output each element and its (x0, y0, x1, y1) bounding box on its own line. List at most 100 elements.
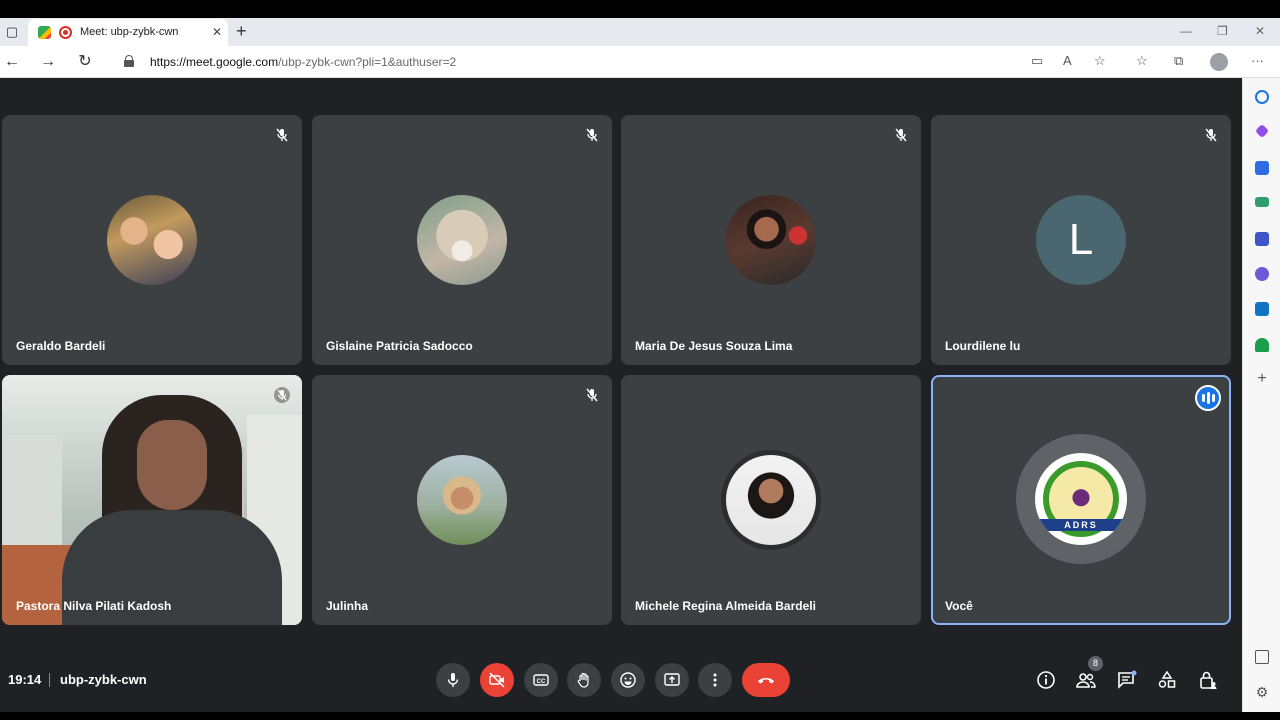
meet-stage: Geraldo Bardeli Gislaine Patricia Sadocc… (0, 78, 1242, 712)
participant-tile-lourdilene[interactable]: L Lourdilene lu (931, 115, 1231, 365)
present-button[interactable] (655, 663, 689, 697)
participant-name: Gislaine Patricia Sadocco (326, 339, 473, 353)
people-button[interactable] (1075, 669, 1097, 691)
url-path: /ubp-zybk-cwn?pli=1&authuser=2 (278, 55, 457, 69)
participant-tile-self[interactable]: ADRS Você (931, 375, 1231, 625)
participant-logo: ADRS (1035, 453, 1127, 545)
leave-call-button[interactable] (742, 663, 790, 697)
meeting-details-button[interactable] (1035, 669, 1057, 691)
end-call-icon (758, 678, 774, 684)
add-icon[interactable]: + (1255, 371, 1269, 387)
camera-button[interactable] (480, 663, 514, 697)
participant-video (2, 375, 302, 625)
participant-name: Geraldo Bardeli (16, 339, 106, 353)
tools-icon[interactable] (1255, 197, 1269, 207)
participant-avatar (417, 195, 507, 285)
participant-tile-julinha[interactable]: Julinha (312, 375, 612, 625)
lock-icon[interactable] (124, 55, 134, 67)
tab-close-icon[interactable]: ✕ (212, 25, 222, 39)
clock: 19:14 (8, 672, 42, 687)
drop-icon[interactable] (1255, 338, 1269, 352)
participant-name: Julinha (326, 599, 369, 613)
raise-hand-button[interactable] (567, 663, 601, 697)
mic-off-icon (1203, 127, 1219, 143)
settings-icon[interactable]: ⚙ (1255, 685, 1269, 699)
minimize-icon[interactable]: — (1180, 23, 1192, 39)
participant-avatar (726, 195, 816, 285)
url-text: https://meet.google.com/ubp-zybk-cwn?pli… (150, 55, 456, 69)
edge-sidebar: + ⚙ (1242, 78, 1280, 712)
window-close-icon[interactable]: ✕ (1255, 23, 1265, 39)
mic-off-icon (584, 387, 600, 403)
participant-avatar (726, 455, 816, 545)
participant-avatar (417, 455, 507, 545)
microsoft-365-icon[interactable] (1255, 267, 1269, 281)
participant-name: Lourdilene lu (945, 339, 1021, 353)
meet-favicon-icon (38, 26, 51, 39)
present-screen-icon (664, 673, 680, 686)
restore-icon[interactable]: ❐ (1217, 23, 1228, 39)
reactions-button[interactable] (611, 663, 645, 697)
letterbox-bottom (0, 712, 1280, 720)
tab-title: Meet: ubp-zybk-cwn (80, 26, 179, 38)
people-icon (1076, 673, 1096, 688)
more-menu-icon[interactable]: ··· (1251, 53, 1264, 69)
tab-actions-icon[interactable]: ▢ (2, 22, 22, 42)
url-domain: https://meet.google.com (150, 55, 279, 69)
profile-avatar[interactable] (1210, 53, 1228, 71)
hide-sidebar-icon[interactable] (1255, 650, 1269, 664)
mic-off-icon (893, 127, 909, 143)
participant-tile-gislaine[interactable]: Gislaine Patricia Sadocco (312, 115, 612, 365)
captions-button[interactable]: CC (524, 663, 558, 697)
activities-button[interactable] (1156, 669, 1178, 691)
camera-permission-icon[interactable]: ▭ (1031, 53, 1043, 69)
address-bar: ← → ↻ https://meet.google.com/ubp-zybk-c… (0, 46, 1280, 78)
lock-person-icon (1200, 671, 1217, 689)
shopping-icon[interactable] (1255, 161, 1269, 175)
divider (49, 673, 50, 687)
letterbox-top (0, 0, 1280, 18)
microphone-button[interactable] (436, 663, 470, 697)
reload-icon[interactable]: ↻ (74, 52, 96, 72)
activities-shapes-icon (1158, 670, 1176, 688)
hand-icon (577, 672, 589, 688)
chat-button[interactable] (1116, 669, 1138, 691)
host-controls-button[interactable] (1197, 669, 1219, 691)
games-icon[interactable] (1255, 232, 1269, 246)
search-icon[interactable] (1255, 90, 1269, 104)
more-options-button[interactable] (698, 663, 732, 697)
add-favorite-icon[interactable]: ☆ (1094, 53, 1106, 69)
speaking-indicator-icon (1195, 385, 1221, 411)
participant-avatar (107, 195, 197, 285)
screen: ▢ Meet: ubp-zybk-cwn ✕ + — ❐ ✕ ← → ↻ htt… (0, 0, 1280, 720)
mic-off-icon (274, 387, 290, 403)
url-field[interactable]: https://meet.google.com/ubp-zybk-cwn?pli… (112, 49, 1122, 75)
participant-name: Você (945, 599, 973, 613)
camera-off-icon (489, 672, 505, 688)
meeting-code: ubp-zybk-cwn (60, 672, 147, 687)
participant-name: Maria De Jesus Souza Lima (635, 339, 793, 353)
people-count-badge: 8 (1088, 656, 1103, 671)
favorites-icon[interactable]: ☆ (1136, 53, 1148, 69)
participant-tile-geraldo[interactable]: Geraldo Bardeli (2, 115, 302, 365)
new-tab-button[interactable]: + (236, 21, 247, 41)
copilot-icon[interactable] (1254, 123, 1270, 139)
logo-text: ADRS (1035, 519, 1127, 531)
outlook-icon[interactable] (1255, 302, 1269, 316)
participant-avatar: L (1036, 195, 1126, 285)
collections-icon[interactable]: ⧉ (1174, 53, 1183, 69)
mic-off-icon (274, 127, 290, 143)
participant-tile-maria[interactable]: Maria De Jesus Souza Lima (621, 115, 921, 365)
browser-tab[interactable]: Meet: ubp-zybk-cwn ✕ (28, 19, 228, 46)
recording-indicator-icon (59, 26, 72, 39)
browser-tab-bar: ▢ Meet: ubp-zybk-cwn ✕ + — ❐ ✕ (0, 18, 1280, 46)
forward-icon[interactable]: → (37, 52, 59, 72)
more-vert-icon (713, 673, 717, 687)
participant-tile-nilva[interactable]: Pastora Nilva Pilati Kadosh (2, 375, 302, 625)
mic-off-icon (584, 127, 600, 143)
back-icon[interactable]: ← (1, 52, 23, 72)
read-aloud-icon[interactable]: A (1063, 53, 1072, 69)
chat-icon (1118, 670, 1137, 689)
svg-text:CC: CC (537, 679, 546, 685)
participant-tile-michele[interactable]: Michele Regina Almeida Bardeli (621, 375, 921, 625)
